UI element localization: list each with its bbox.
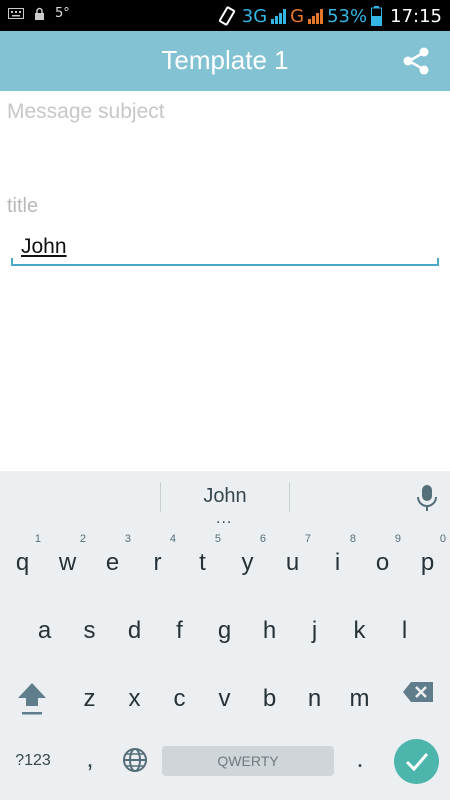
input-edge-right bbox=[437, 258, 439, 266]
key-label: h bbox=[262, 617, 277, 644]
key-v[interactable]: v bbox=[202, 663, 247, 723]
subject-field[interactable]: Message subject bbox=[7, 100, 165, 124]
key-label: l bbox=[401, 617, 408, 644]
page-title: Template 1 bbox=[161, 45, 289, 75]
key-hint: 3 bbox=[124, 533, 131, 545]
period-key[interactable]: . bbox=[350, 743, 370, 774]
key-z[interactable]: z bbox=[67, 663, 112, 723]
key-label: s bbox=[83, 617, 96, 644]
key-m[interactable]: m bbox=[337, 663, 382, 723]
status-right: 3G G 53% 17:15 bbox=[216, 3, 442, 29]
key-label: z bbox=[83, 685, 96, 712]
suggestion-strip: John ... bbox=[0, 471, 450, 527]
key-u[interactable]: u7 bbox=[270, 527, 315, 587]
signal-icon-2 bbox=[308, 8, 324, 24]
key-a[interactable]: a bbox=[22, 595, 67, 655]
key-hint: 7 bbox=[304, 533, 311, 545]
shift-icon[interactable] bbox=[16, 681, 48, 717]
key-f[interactable]: f bbox=[157, 595, 202, 655]
key-h[interactable]: h bbox=[247, 595, 292, 655]
vibrate-icon bbox=[218, 6, 235, 26]
comma-key[interactable]: , bbox=[79, 743, 101, 774]
keyboard-icon bbox=[8, 8, 24, 19]
key-s[interactable]: s bbox=[67, 595, 112, 655]
key-label: v bbox=[218, 685, 231, 712]
key-hint: 6 bbox=[259, 533, 266, 545]
key-hint: 0 bbox=[439, 533, 446, 545]
key-hint: 2 bbox=[79, 533, 86, 545]
key-o[interactable]: o9 bbox=[360, 527, 405, 587]
globe-icon[interactable] bbox=[122, 747, 148, 773]
key-x[interactable]: x bbox=[112, 663, 157, 723]
key-label: j bbox=[311, 617, 318, 644]
notification-text: 5° bbox=[55, 6, 70, 21]
key-w[interactable]: w2 bbox=[45, 527, 90, 587]
check-icon bbox=[405, 753, 429, 772]
key-e[interactable]: e3 bbox=[90, 527, 135, 587]
key-label: i bbox=[334, 549, 341, 576]
status-left: 5° bbox=[8, 6, 70, 21]
suggestion-word[interactable]: John bbox=[160, 485, 290, 508]
key-label: p bbox=[420, 549, 435, 576]
key-label: u bbox=[285, 549, 300, 576]
key-label: o bbox=[375, 549, 390, 576]
key-d[interactable]: d bbox=[112, 595, 157, 655]
key-label: d bbox=[127, 617, 142, 644]
status-bar: 5° 3G G 53% 17:15 bbox=[0, 0, 450, 31]
app-toolbar: Template 1 bbox=[0, 31, 450, 91]
key-label: q bbox=[15, 549, 30, 576]
input-edge-left bbox=[11, 258, 13, 266]
key-hint: 8 bbox=[349, 533, 356, 545]
key-k[interactable]: k bbox=[337, 595, 382, 655]
key-g[interactable]: g bbox=[202, 595, 247, 655]
key-hint: 4 bbox=[169, 533, 176, 545]
space-key[interactable]: QWERTY bbox=[162, 746, 334, 776]
key-label: a bbox=[37, 617, 52, 644]
mic-icon[interactable] bbox=[415, 484, 439, 512]
key-label: x bbox=[128, 685, 141, 712]
key-r[interactable]: r4 bbox=[135, 527, 180, 587]
key-y[interactable]: y6 bbox=[225, 527, 270, 587]
key-label: n bbox=[307, 685, 322, 712]
key-label: f bbox=[176, 617, 183, 644]
key-i[interactable]: i8 bbox=[315, 527, 360, 587]
clock: 17:15 bbox=[390, 5, 442, 27]
title-label: title bbox=[7, 195, 39, 217]
key-label: c bbox=[173, 685, 186, 712]
key-q[interactable]: q1 bbox=[0, 527, 45, 587]
key-t[interactable]: t5 bbox=[180, 527, 225, 587]
title-input[interactable] bbox=[11, 230, 439, 266]
battery-icon bbox=[371, 6, 383, 26]
network-3g: 3G bbox=[241, 5, 268, 27]
key-p[interactable]: p0 bbox=[405, 527, 450, 587]
key-label: g bbox=[217, 617, 232, 644]
key-b[interactable]: b bbox=[247, 663, 292, 723]
key-label: k bbox=[353, 617, 366, 644]
network-g: G bbox=[290, 5, 305, 27]
key-label: t bbox=[199, 549, 206, 576]
key-hint: 5 bbox=[214, 533, 221, 545]
more-suggestions[interactable]: ... bbox=[216, 511, 232, 527]
suggestion-divider bbox=[289, 482, 290, 512]
key-hint: 1 bbox=[34, 533, 41, 545]
backspace-icon[interactable] bbox=[402, 681, 434, 703]
enter-button[interactable] bbox=[394, 739, 439, 784]
key-label: y bbox=[241, 549, 254, 576]
key-label: e bbox=[105, 549, 120, 576]
key-label: m bbox=[349, 685, 370, 712]
key-l[interactable]: l bbox=[382, 595, 427, 655]
battery-percent: 53% bbox=[327, 5, 368, 27]
soft-keyboard: John ... q1w2e3r4t5y6u7i8o9p0 asdfghjkl … bbox=[0, 471, 450, 800]
symbols-key[interactable]: ?123 bbox=[10, 752, 56, 770]
key-label: w bbox=[58, 549, 77, 576]
key-label: r bbox=[153, 549, 162, 576]
key-j[interactable]: j bbox=[292, 595, 337, 655]
key-n[interactable]: n bbox=[292, 663, 337, 723]
lock-icon bbox=[35, 7, 44, 20]
signal-icon bbox=[271, 8, 287, 24]
share-icon[interactable] bbox=[400, 45, 432, 77]
key-hint: 9 bbox=[394, 533, 401, 545]
key-label: b bbox=[262, 685, 277, 712]
key-c[interactable]: c bbox=[157, 663, 202, 723]
